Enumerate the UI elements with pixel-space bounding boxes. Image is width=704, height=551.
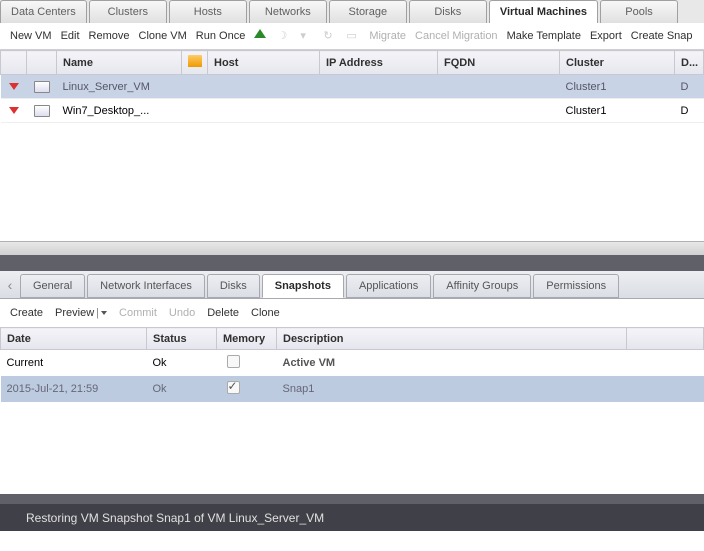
export-button[interactable]: Export — [590, 30, 622, 42]
table-row[interactable]: Linux_Server_VM Cluster1 D — [1, 75, 704, 99]
migrate-button: Migrate — [369, 30, 406, 42]
cell-cluster: Cluster1 — [560, 99, 675, 123]
cell-dc: D — [675, 75, 704, 99]
subtab-general[interactable]: General — [20, 274, 85, 298]
cell-name: Linux_Server_VM — [57, 75, 182, 99]
col-status[interactable] — [1, 51, 27, 75]
status-down-icon — [9, 83, 19, 90]
vm-type-icon — [34, 81, 50, 93]
memory-checkbox[interactable] — [227, 381, 240, 394]
col-description[interactable]: Description — [277, 328, 627, 350]
col-extra[interactable] — [627, 328, 704, 350]
table-row[interactable]: Win7_Desktop_... Cluster1 D — [1, 99, 704, 123]
console-icon: ▭ — [346, 29, 360, 43]
cell-date: Current — [1, 350, 147, 377]
cell-dc: D — [675, 99, 704, 123]
remove-button[interactable]: Remove — [89, 30, 130, 42]
col-memory[interactable]: Memory — [217, 328, 277, 350]
tab-pools[interactable]: Pools — [600, 0, 678, 23]
tab-hosts[interactable]: Hosts — [169, 0, 247, 23]
create-snapshot-button[interactable]: Create Snap — [631, 30, 693, 42]
status-message: Restoring VM Snapshot Snap1 of VM Linux_… — [26, 511, 324, 525]
cell-status: Ok — [147, 350, 217, 377]
vm-type-icon — [34, 105, 50, 117]
subtab-permissions[interactable]: Permissions — [533, 274, 619, 298]
col-snap-status[interactable]: Status — [147, 328, 217, 350]
subtab-network-interfaces[interactable]: Network Interfaces — [87, 274, 205, 298]
snapshot-delete-button[interactable]: Delete — [207, 307, 239, 319]
vm-action-bar: New VM Edit Remove Clone VM Run Once ☽ ▾… — [0, 23, 704, 50]
status-down-icon — [9, 107, 19, 114]
cell-cluster: Cluster1 — [560, 75, 675, 99]
status-bar: Restoring VM Snapshot Snap1 of VM Linux_… — [0, 504, 704, 531]
tab-scroll-left-icon[interactable]: ‹ — [0, 271, 20, 298]
reboot-icon: ↻ — [323, 29, 337, 43]
snapshot-table-body-space — [0, 402, 704, 494]
snapshot-action-bar: Create Preview| Commit Undo Delete Clone — [0, 299, 704, 327]
cell-ip — [320, 99, 438, 123]
cell-description: Snap1 — [277, 376, 627, 402]
col-host[interactable]: Host — [208, 51, 320, 75]
main-tab-bar: Data Centers Clusters Hosts Networks Sto… — [0, 0, 704, 23]
snapshot-preview-button[interactable]: Preview| — [55, 307, 107, 319]
cell-date: 2015-Jul-21, 21:59 — [1, 376, 147, 402]
table-row[interactable]: 2015-Jul-21, 21:59 Ok Snap1 — [1, 376, 704, 402]
run-icon[interactable] — [254, 29, 268, 43]
subtab-disks[interactable]: Disks — [207, 274, 260, 298]
snapshot-undo-button: Undo — [169, 307, 195, 319]
shutdown-icon: ▾ — [300, 29, 314, 43]
subtab-affinity-groups[interactable]: Affinity Groups — [433, 274, 531, 298]
cancel-migration-button: Cancel Migration — [415, 30, 498, 42]
bottom-separator — [0, 494, 704, 504]
cell-fqdn — [438, 75, 560, 99]
cell-description: Active VM — [277, 350, 627, 377]
run-once-button[interactable]: Run Once — [196, 30, 246, 42]
subtab-applications[interactable]: Applications — [346, 274, 431, 298]
vm-table: Name Host IP Address FQDN Cluster D... L… — [0, 50, 704, 123]
tab-networks[interactable]: Networks — [249, 0, 327, 23]
snapshot-commit-button: Commit — [119, 307, 157, 319]
snapshot-clone-button[interactable]: Clone — [251, 307, 280, 319]
new-vm-button[interactable]: New VM — [10, 30, 52, 42]
panel-separator[interactable] — [0, 255, 704, 271]
clone-vm-button[interactable]: Clone VM — [139, 30, 187, 42]
col-name[interactable]: Name — [57, 51, 182, 75]
col-ip[interactable]: IP Address — [320, 51, 438, 75]
snapshot-create-button[interactable]: Create — [10, 307, 43, 319]
memory-checkbox[interactable] — [227, 355, 240, 368]
vm-table-body-space — [0, 123, 704, 241]
cell-name: Win7_Desktop_... — [57, 99, 182, 123]
cell-fqdn — [438, 99, 560, 123]
tab-disks[interactable]: Disks — [409, 0, 487, 23]
snapshot-table: Date Status Memory Description Current O… — [0, 327, 704, 402]
col-datacenter[interactable]: D... — [675, 51, 704, 75]
cell-host — [208, 75, 320, 99]
tab-storage[interactable]: Storage — [329, 0, 407, 23]
cell-ip — [320, 75, 438, 99]
tab-clusters[interactable]: Clusters — [89, 0, 167, 23]
col-fqdn[interactable]: FQDN — [438, 51, 560, 75]
chevron-down-icon[interactable] — [101, 311, 107, 315]
tab-virtual-machines[interactable]: Virtual Machines — [489, 0, 598, 23]
cell-host — [208, 99, 320, 123]
tab-data-centers[interactable]: Data Centers — [0, 0, 87, 23]
detail-tab-bar: ‹ General Network Interfaces Disks Snaps… — [0, 271, 704, 299]
col-date[interactable]: Date — [1, 328, 147, 350]
subtab-snapshots[interactable]: Snapshots — [262, 274, 344, 298]
cell-status: Ok — [147, 376, 217, 402]
edit-button[interactable]: Edit — [61, 30, 80, 42]
col-cluster[interactable]: Cluster — [560, 51, 675, 75]
horizontal-scrollbar[interactable] — [0, 241, 704, 255]
make-template-button[interactable]: Make Template — [507, 30, 581, 42]
table-row[interactable]: Current Ok Active VM — [1, 350, 704, 377]
suspend-icon: ☽ — [277, 29, 291, 43]
col-host-icon[interactable] — [182, 51, 208, 75]
col-type[interactable] — [27, 51, 57, 75]
